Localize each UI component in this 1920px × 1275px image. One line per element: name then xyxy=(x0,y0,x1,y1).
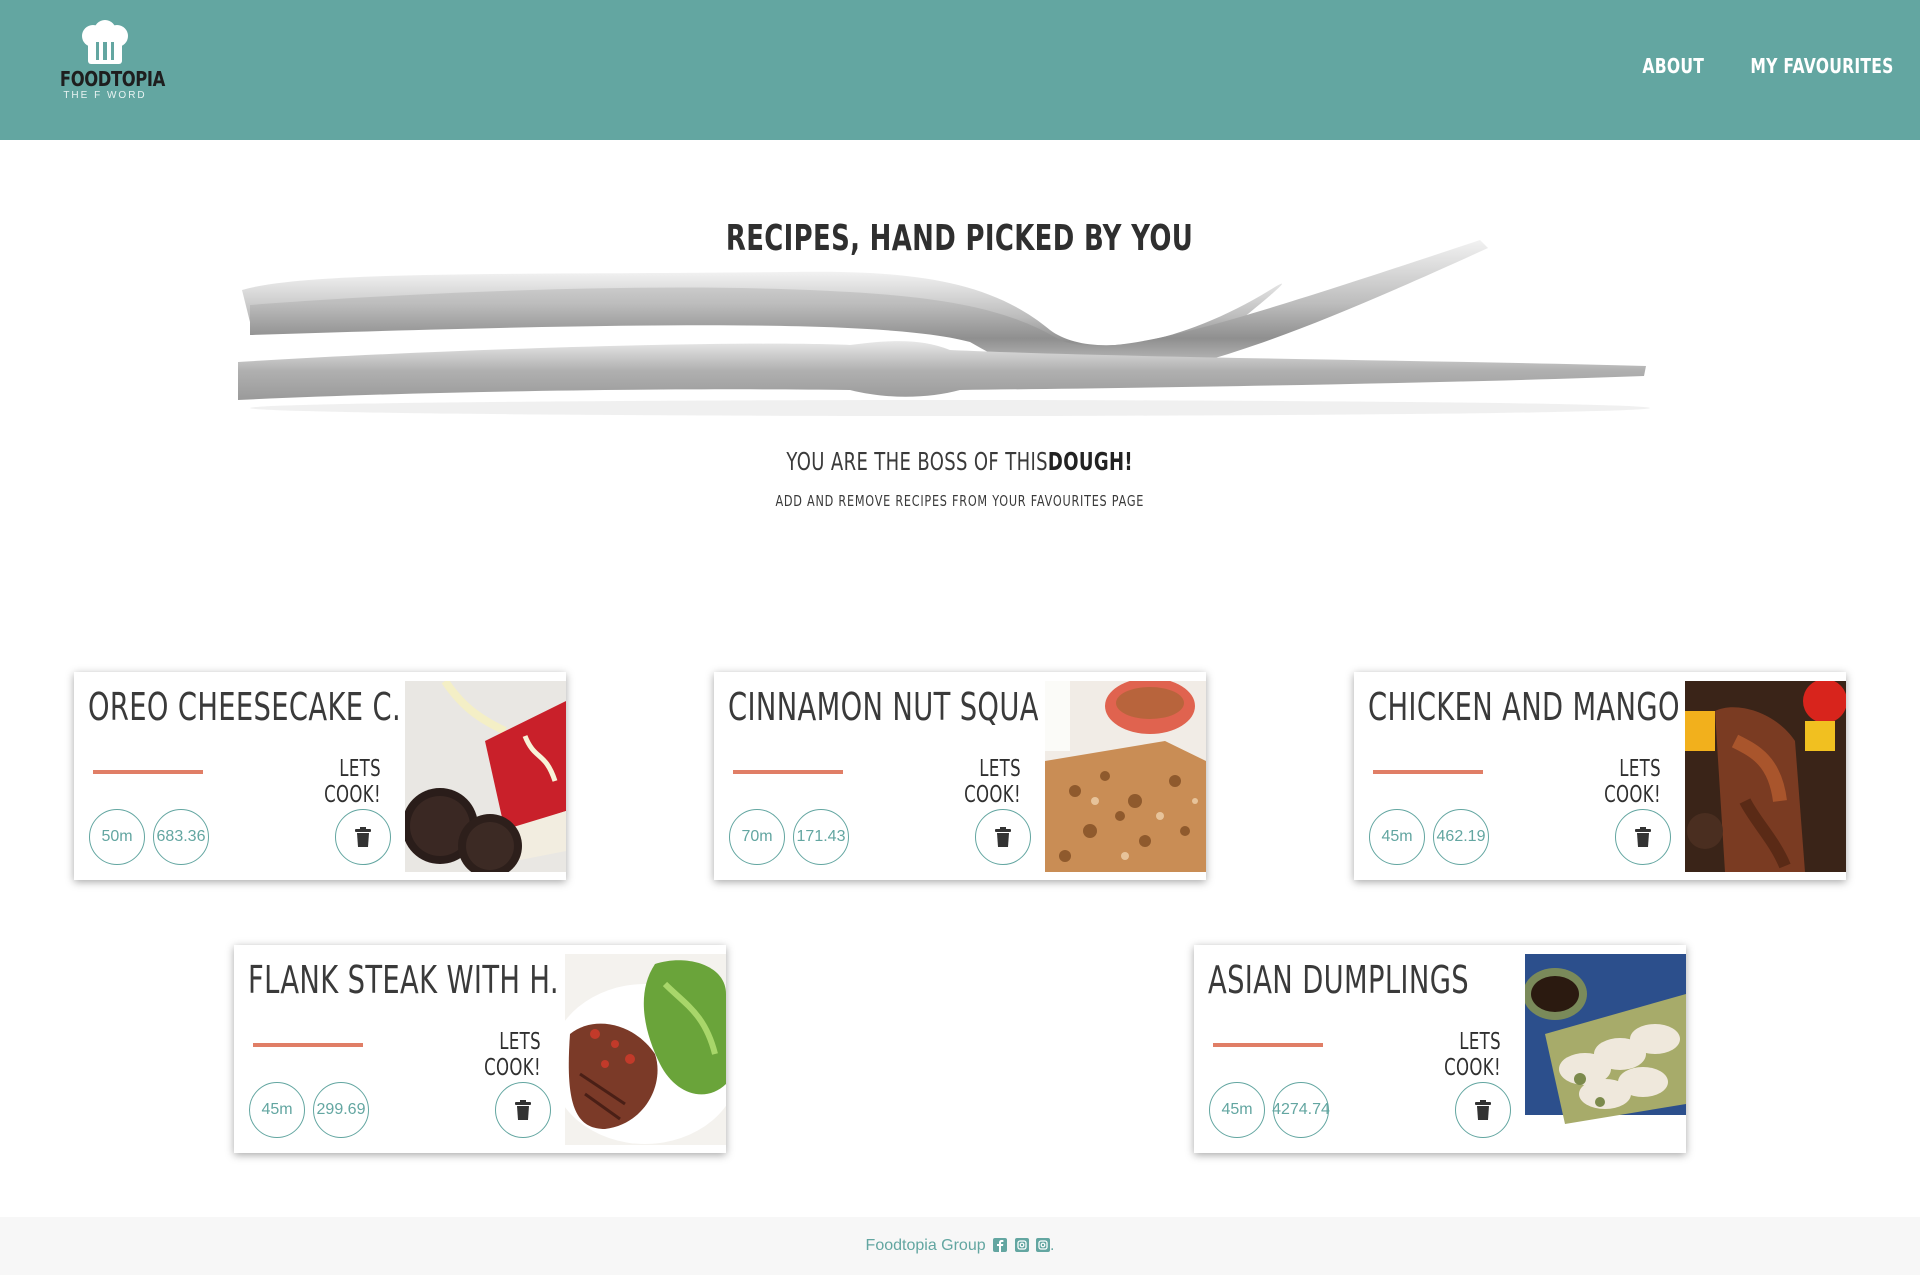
oreo-cheesecake-photo xyxy=(405,681,566,872)
trash-icon xyxy=(995,827,1011,847)
calories-badge: 683.36 xyxy=(153,809,209,865)
hero-note: ADD AND REMOVE RECIPES FROM YOUR FAVOURI… xyxy=(775,492,1145,510)
instagram-icon[interactable] xyxy=(1014,1238,1029,1252)
remove-favourite-button[interactable] xyxy=(495,1082,551,1138)
lets-cook-link[interactable]: LETS COOK! xyxy=(1573,756,1661,808)
remove-favourite-button[interactable] xyxy=(1615,809,1671,865)
instagram-icon[interactable] xyxy=(1035,1238,1050,1252)
calories-badge: 171.43 xyxy=(793,809,849,865)
cook-time-badge: 70m xyxy=(729,809,785,865)
logo-title: FOODTOPIA xyxy=(59,67,165,91)
footer-text: Foodtopia Group xyxy=(865,1237,986,1254)
cook-time-badge: 45m xyxy=(1369,809,1425,865)
logo-subtitle: THE F WORD xyxy=(63,90,147,101)
lets-cook-link[interactable]: LETS COOK! xyxy=(293,756,381,808)
hero-subtitle-emphasis: DOUGH! xyxy=(1048,447,1134,476)
chicken-mango-skewers-photo xyxy=(1685,681,1846,872)
nav-my-favourites[interactable]: MY FAVOURITES xyxy=(1751,54,1894,78)
trash-icon xyxy=(1475,1100,1491,1120)
title-underline xyxy=(253,1043,363,1047)
cinnamon-nut-squares-photo xyxy=(1045,681,1206,872)
facebook-icon[interactable] xyxy=(993,1238,1008,1252)
recipe-card[interactable]: OREO CHEESECAKE C... LETS COOK! 50m 683.… xyxy=(74,672,566,880)
recipe-card[interactable]: FLANK STEAK WITH H... LETS COOK! 45m 299… xyxy=(234,945,726,1153)
chef-hat-icon xyxy=(82,20,128,64)
trash-icon xyxy=(355,827,371,847)
trash-icon xyxy=(1635,827,1651,847)
recipe-title[interactable]: CHICKEN AND MANGO... xyxy=(1368,684,1678,730)
recipe-title[interactable]: CINNAMON NUT SQUA... xyxy=(728,684,1038,730)
hero-title: RECIPES, HAND PICKED BY YOU xyxy=(726,218,1194,259)
recipe-card[interactable]: ASIAN DUMPLINGS LETS COOK! 45m 4274.74 xyxy=(1194,945,1686,1153)
remove-favourite-button[interactable] xyxy=(1455,1082,1511,1138)
footer-suffix: . xyxy=(1049,1237,1055,1254)
cook-time-badge: 50m xyxy=(89,809,145,865)
recipe-title[interactable]: OREO CHEESECAKE C... xyxy=(88,684,398,730)
calories-badge: 462.19 xyxy=(1433,809,1489,865)
lets-cook-link[interactable]: LETS COOK! xyxy=(1413,1029,1501,1081)
main-nav: ABOUT MY FAVOURITES xyxy=(1625,54,1894,78)
hero-subtitle-prefix: YOU ARE THE BOSS OF THIS xyxy=(786,447,1049,476)
hero-section: RECIPES, HAND PICKED BY YOU YOU ARE THE … xyxy=(0,140,1920,590)
calories-badge: 299.69 xyxy=(313,1082,369,1138)
title-underline xyxy=(1213,1043,1323,1047)
remove-favourite-button[interactable] xyxy=(975,809,1031,865)
recipe-card[interactable]: CHICKEN AND MANGO... LETS COOK! 45m 462.… xyxy=(1354,672,1846,880)
trash-icon xyxy=(515,1100,531,1120)
cook-time-badge: 45m xyxy=(1209,1082,1265,1138)
cook-time-badge: 45m xyxy=(249,1082,305,1138)
recipe-title[interactable]: ASIAN DUMPLINGS xyxy=(1208,957,1469,1003)
calories-badge: 4274.74 xyxy=(1272,1082,1330,1138)
site-footer: Foodtopia Group . xyxy=(0,1217,1920,1275)
asian-dumplings-photo xyxy=(1525,954,1686,1145)
logo[interactable]: FOODTOPIA THE F WORD xyxy=(50,20,165,115)
title-underline xyxy=(93,770,203,774)
recipe-title[interactable]: FLANK STEAK WITH H... xyxy=(248,957,558,1003)
nav-about[interactable]: ABOUT xyxy=(1643,54,1705,78)
flank-steak-salad-photo xyxy=(565,954,726,1145)
hero-subtitle: YOU ARE THE BOSS OF THIS DOUGH! xyxy=(787,447,1134,476)
title-underline xyxy=(1373,770,1483,774)
lets-cook-link[interactable]: LETS COOK! xyxy=(933,756,1021,808)
remove-favourite-button[interactable] xyxy=(335,809,391,865)
recipe-card[interactable]: CINNAMON NUT SQUA... LETS COOK! 70m 171.… xyxy=(714,672,1206,880)
lets-cook-link[interactable]: LETS COOK! xyxy=(453,1029,541,1081)
title-underline xyxy=(733,770,843,774)
site-header: FOODTOPIA THE F WORD ABOUT MY FAVOURITES xyxy=(0,0,1920,140)
